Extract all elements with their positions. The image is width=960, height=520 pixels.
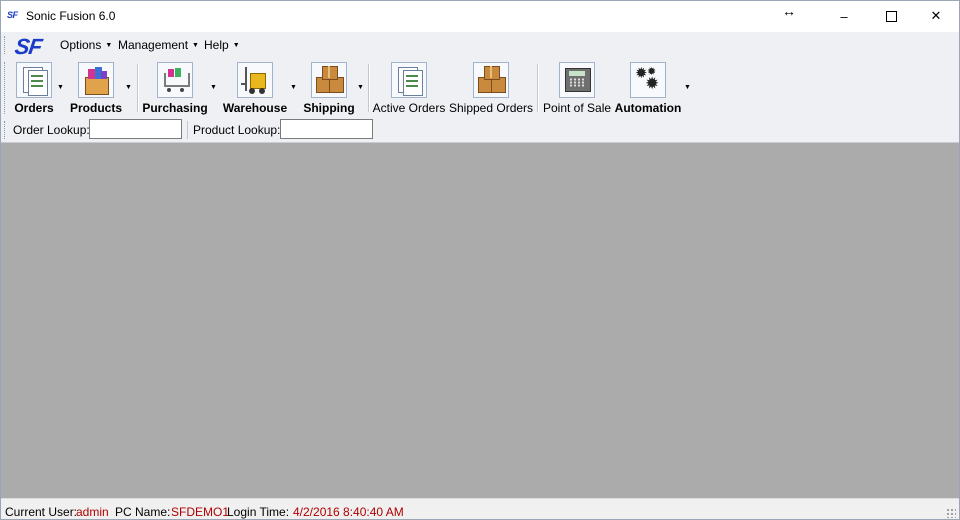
minimize-icon: – [840,8,848,24]
products-dropdown-icon[interactable]: ▼ [125,84,132,91]
status-bar: Current User: admin PC Name: SFDEMO1 Log… [1,498,959,519]
window-title: Sonic Fusion 6.0 [26,9,116,23]
shipping-dropdown-icon[interactable]: ▼ [357,84,364,91]
mdi-workspace[interactable] [1,143,959,498]
products-label: Products [69,101,122,115]
current-user-value: admin [76,505,109,519]
menu-options[interactable]: Options ▼ [60,38,112,52]
purchasing-dropdown-icon[interactable]: ▼ [210,84,217,91]
menu-help-label: Help [204,38,229,52]
boxes-icon [311,62,347,98]
warehouse-dropdown-icon[interactable]: ▼ [290,84,297,91]
point-of-sale-button[interactable]: Point of Sale [543,60,611,116]
toolbar-separator [137,64,139,112]
menu-management-label: Management [118,38,189,52]
chevron-down-icon: ▼ [232,41,240,49]
pc-name-value: SFDEMO1 [171,505,230,519]
login-time-value: 4/2/2016 8:40:40 AM [293,505,404,519]
product-lookup-input[interactable] [280,119,373,139]
shipping-button[interactable]: Shipping [303,60,355,116]
lookup-grip[interactable] [4,121,7,139]
pc-name-label: PC Name: [115,505,171,519]
sf-logo: SF [13,34,43,59]
shipped-orders-icon [473,62,509,98]
app-window: SF Sonic Fusion 6.0 ↔ – ✕ SF Options ▼ M… [0,0,960,520]
toolbar-separator [368,64,370,112]
shipping-label: Shipping [303,101,355,115]
orders-icon [16,62,52,98]
close-icon: ✕ [930,8,942,23]
order-lookup-input[interactable] [89,119,182,139]
toolbar-separator [537,64,539,112]
menu-help[interactable]: Help ▼ [204,38,240,52]
current-user-label: Current User: [5,505,78,519]
menu-options-label: Options [60,38,102,52]
warehouse-button[interactable]: Warehouse [223,60,287,116]
active-orders-button[interactable]: Active Orders [372,60,446,116]
resize-arrows-icon: ↔ [782,3,796,19]
warehouse-label: Warehouse [222,101,288,115]
login-time-label: Login Time: [227,505,290,519]
title-bar[interactable]: SF Sonic Fusion 6.0 ↔ – ✕ [1,1,959,31]
active-orders-label: Active Orders [372,101,446,115]
shopping-cart-icon [157,62,193,98]
menu-grip[interactable] [4,36,7,54]
order-lookup-label: Order Lookup: [13,123,90,137]
menu-bar: SF Options ▼ Management ▼ Help ▼ [1,31,959,59]
products-button[interactable]: Products [69,60,123,116]
orders-button[interactable]: Orders [11,60,57,116]
main-toolbar: Orders ▼ Products ▼ Purchasing ▼ Warehou… [1,58,959,118]
toolbar-grip[interactable] [4,62,7,114]
point-of-sale-label: Point of Sale [542,101,612,115]
orders-label: Orders [14,101,54,115]
automation-label: Automation [614,101,682,115]
chevron-down-icon: ▼ [192,41,199,49]
orders-dropdown-icon[interactable]: ▼ [57,84,64,91]
lookup-bar: Order Lookup: Product Lookup: [1,118,959,143]
automation-button[interactable]: ✹ ✹ ✹ Automation [615,60,681,116]
menu-management[interactable]: Management ▼ [118,38,199,52]
shipped-orders-button[interactable]: Shipped Orders [448,60,534,116]
forklift-icon [237,62,273,98]
size-grip-icon[interactable] [946,508,956,518]
product-lookup-label: Product Lookup: [193,123,281,137]
products-icon [78,62,114,98]
purchasing-label: Purchasing [142,101,208,115]
cash-register-icon [559,62,595,98]
chevron-down-icon: ▼ [105,41,113,49]
minimize-button[interactable]: – [821,1,867,31]
app-logo-small: SF [7,10,18,20]
maximize-button[interactable] [868,1,914,31]
purchasing-button[interactable]: Purchasing [142,60,208,116]
gears-icon: ✹ ✹ ✹ [630,62,666,98]
close-button[interactable]: ✕ [913,1,959,31]
shipped-orders-label: Shipped Orders [448,101,534,115]
lookup-separator [187,121,188,139]
automation-dropdown-icon[interactable]: ▼ [684,84,691,91]
active-orders-icon [391,62,427,98]
maximize-icon [885,10,897,22]
